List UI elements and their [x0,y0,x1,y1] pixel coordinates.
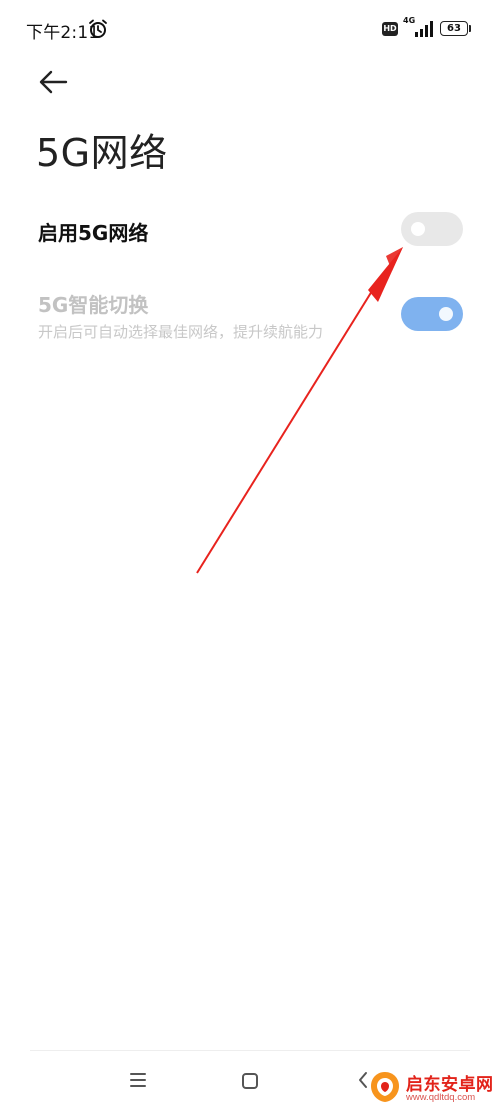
menu-lines-icon[interactable] [128,1071,148,1089]
enable-5g-toggle[interactable] [401,212,463,246]
hd-voice-icon: HD [382,22,398,36]
status-bar: 下午2:11 HD 4G 63 [0,0,500,56]
watermark-logo-icon [371,1072,399,1102]
battery-tip [469,25,471,32]
watermark-url: www.qdltdq.com [406,1092,476,1103]
battery-level: 63 [447,23,461,34]
arrow-left-icon[interactable] [34,64,74,100]
alarm-clock-icon [89,19,107,38]
setting-title-5g-smart-switch: 5G智能切换 [38,293,149,317]
setting-row-enable-5g[interactable]: 启用5G网络 [0,200,500,260]
nav-divider [30,1050,470,1051]
setting-title-enable-5g: 启用5G网络 [38,221,149,245]
watermark: 启东安卓网 www.qdltdq.com [368,1062,500,1111]
setting-subtitle-5g-smart-switch: 开启后可自动选择最佳网络，提升续航能力 [38,323,324,341]
signal-bars-icon [415,21,433,37]
setting-row-5g-smart-switch: 5G智能切换 开启后可自动选择最佳网络，提升续航能力 [0,280,500,352]
5g-smart-switch-toggle [401,297,463,331]
toggle-knob [439,307,453,321]
page-title: 5G网络 [36,131,168,175]
toggle-knob [411,222,425,236]
square-home-icon[interactable] [242,1073,258,1089]
